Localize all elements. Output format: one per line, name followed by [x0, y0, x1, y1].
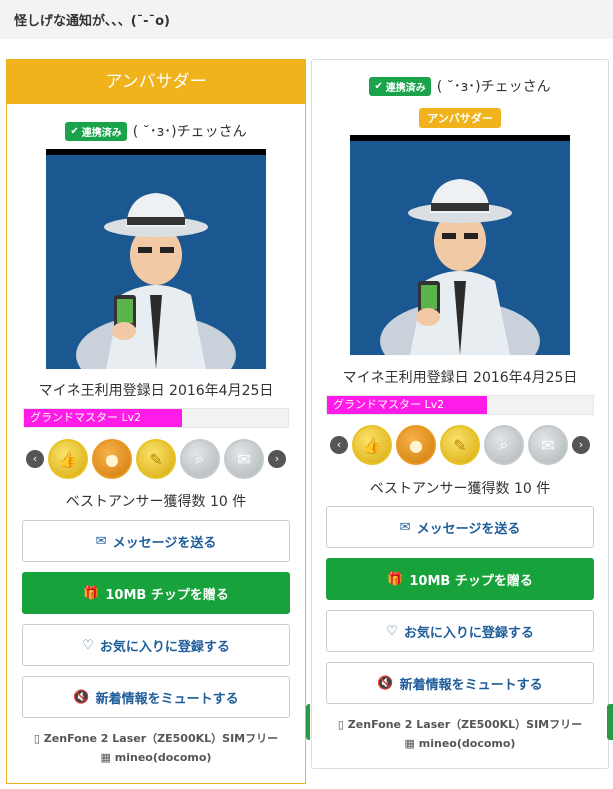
profile-card-ambassador: アンバサダー ✔ 連携済み ( ˘･з･)チェッさん マイネ王利用登録日 201…: [6, 59, 306, 784]
send-chip-button[interactable]: 🎁 10MB チップを贈る: [22, 572, 290, 614]
medal-row: ‹ 👍 ● ✎ ⌕ ✉ ›: [312, 425, 608, 465]
side-edge-tab[interactable]: [607, 704, 613, 740]
level-progress-bar: グランドマスター Lv2: [23, 408, 289, 428]
linked-label: 連携済み: [385, 82, 426, 94]
side-edge-tab[interactable]: [306, 704, 310, 740]
registration-date: マイネ王利用登録日 2016年4月25日: [38, 383, 274, 399]
device-info: ▯ ZenFone 2 Laser（ZE500KL）SIMフリー: [312, 716, 608, 734]
page-title: 怪しげな通知が、、、(¯-¯o): [14, 14, 170, 29]
add-favorite-button[interactable]: ♡ お気に入りに登録する: [22, 624, 290, 666]
heart-icon: ♡: [82, 637, 94, 653]
magnifier-medal-icon[interactable]: ⌕: [484, 425, 524, 465]
chat-medal-icon[interactable]: ✉: [224, 439, 264, 479]
thumbs-up-medal-icon[interactable]: 👍: [352, 425, 392, 465]
best-answer-count: ベストアンサー獲得数 10 件: [369, 481, 551, 497]
coins-medal-icon[interactable]: ●: [396, 425, 436, 465]
phone-icon: ▯: [337, 718, 344, 731]
device-name: ZenFone 2 Laser（ZE500KL）SIMフリー: [43, 732, 279, 745]
page-header: 怪しげな通知が、、、(¯-¯o): [0, 0, 613, 39]
carrier-info: ▦ mineo(docomo): [312, 735, 608, 753]
linked-label: 連携済み: [81, 127, 122, 139]
device-name: ZenFone 2 Laser（ZE500KL）SIMフリー: [347, 718, 583, 731]
linked-badge: ✔ 連携済み: [369, 76, 431, 96]
carrier-name: mineo(docomo): [418, 737, 516, 750]
mute-updates-label: 新着情報をミュートする: [399, 677, 543, 693]
building-icon: ▦: [100, 751, 111, 764]
mute-updates-button[interactable]: 🔇 新着情報をミュートする: [22, 676, 290, 718]
level-label: グランドマスター Lv2: [327, 396, 487, 414]
chevron-left-icon[interactable]: ‹: [330, 436, 348, 454]
chevron-right-icon[interactable]: ›: [268, 450, 286, 468]
detective-avatar-icon: [76, 193, 236, 369]
user-name-row: ✔ 連携済み ( ˘･з･)チェッさん: [7, 121, 305, 141]
gift-icon: 🎁: [387, 571, 404, 587]
phone-icon: ▯: [33, 732, 40, 745]
send-chip-label: 10MB チップを贈る: [409, 573, 533, 589]
check-icon: ✔: [70, 125, 79, 137]
send-chip-button[interactable]: 🎁 10MB チップを贈る: [326, 558, 594, 600]
ambassador-badge: アンバサダー: [419, 108, 501, 128]
envelope-icon: ✉: [95, 533, 107, 549]
add-favorite-button[interactable]: ♡ お気に入りに登録する: [326, 610, 594, 652]
linked-badge: ✔ 連携済み: [65, 121, 127, 141]
pen-medal-icon[interactable]: ✎: [440, 425, 480, 465]
building-icon: ▦: [404, 737, 415, 750]
coins-medal-icon[interactable]: ●: [92, 439, 132, 479]
level-label: グランドマスター Lv2: [24, 409, 183, 427]
carrier-name: mineo(docomo): [114, 751, 212, 764]
best-answer-count: ベストアンサー獲得数 10 件: [65, 494, 247, 510]
add-favorite-label: お気に入りに登録する: [99, 639, 230, 655]
speaker-mute-icon: 🔇: [377, 675, 394, 691]
user-name[interactable]: ( ˘･з･)チェッさん: [437, 76, 551, 96]
envelope-icon: ✉: [399, 519, 411, 535]
user-name[interactable]: ( ˘･з･)チェッさん: [133, 121, 247, 141]
send-message-label: メッセージを送る: [416, 521, 521, 537]
registration-date: マイネ王利用登録日 2016年4月25日: [342, 370, 578, 386]
mute-updates-button[interactable]: 🔇 新着情報をミュートする: [326, 662, 594, 704]
detective-avatar-icon: [380, 179, 540, 355]
mute-updates-label: 新着情報をミュートする: [95, 691, 239, 707]
magnifier-medal-icon[interactable]: ⌕: [180, 439, 220, 479]
device-info: ▯ ZenFone 2 Laser（ZE500KL）SIMフリー: [7, 730, 305, 748]
heart-icon: ♡: [386, 623, 398, 639]
pen-medal-icon[interactable]: ✎: [136, 439, 176, 479]
add-favorite-label: お気に入りに登録する: [403, 625, 534, 641]
avatar[interactable]: [46, 149, 266, 369]
medal-row: ‹ 👍 ● ✎ ⌕ ✉ ›: [7, 439, 305, 479]
thumbs-up-medal-icon[interactable]: 👍: [48, 439, 88, 479]
carrier-info: ▦ mineo(docomo): [7, 749, 305, 767]
chevron-left-icon[interactable]: ‹: [26, 450, 44, 468]
avatar[interactable]: [350, 135, 570, 355]
send-message-button[interactable]: ✉ メッセージを送る: [326, 506, 594, 548]
chevron-right-icon[interactable]: ›: [572, 436, 590, 454]
send-message-label: メッセージを送る: [112, 535, 217, 551]
send-message-button[interactable]: ✉ メッセージを送る: [22, 520, 290, 562]
user-name-row: ✔ 連携済み ( ˘･з･)チェッさん: [312, 76, 608, 96]
profile-card: ✔ 連携済み ( ˘･з･)チェッさん アンバサダー マイネ王利用登録日 201…: [311, 59, 609, 769]
speaker-mute-icon: 🔇: [73, 689, 90, 705]
level-progress-bar: グランドマスター Lv2: [326, 395, 594, 415]
check-icon: ✔: [374, 80, 383, 92]
chat-medal-icon[interactable]: ✉: [528, 425, 568, 465]
send-chip-label: 10MB チップを贈る: [105, 587, 229, 603]
card-header: アンバサダー: [7, 60, 305, 104]
gift-icon: 🎁: [83, 585, 100, 601]
